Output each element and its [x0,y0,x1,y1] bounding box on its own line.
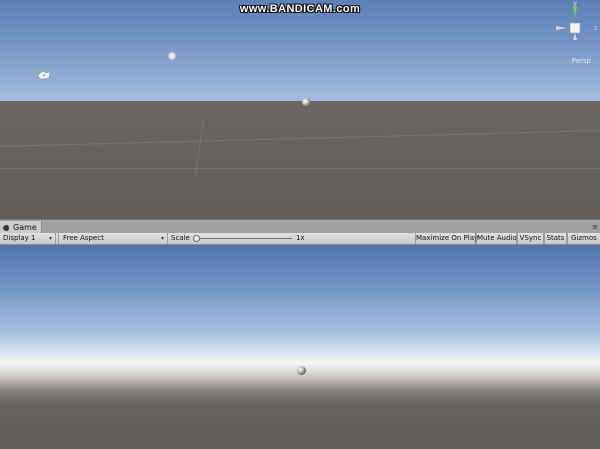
sun-icon[interactable] [168,52,176,60]
dropdown-arrow-icon: ▾ [48,235,52,242]
gizmo-y-label: y [573,0,577,7]
display-select-value: Display 1 [3,234,36,242]
tab-game-label: Game [13,223,37,232]
orientation-gizmo[interactable]: y z [553,0,600,60]
gizmo-x-cone [556,26,567,30]
grid-line [0,168,600,169]
gizmo-z-cone [582,26,591,30]
scale-label: Scale [171,234,190,242]
gizmo-center-cube [569,22,581,34]
sphere-object[interactable] [302,98,311,107]
aspect-select-value: Free Aspect [63,234,104,242]
game-toolbar: Display 1 ▾ Free Aspect ▾ Scale 1x Maxim… [0,233,600,245]
scale-slider-track[interactable] [193,238,292,239]
gizmo-z-label: z [594,25,597,32]
camera-icon[interactable] [37,69,51,81]
game-tab-bar: Game ≡ [0,219,600,234]
scale-value: 1x [296,234,305,242]
aspect-select[interactable]: Free Aspect ▾ [58,233,168,244]
stats-button[interactable]: Stats [544,233,567,244]
gizmo-down-cone [573,33,577,40]
bandicam-watermark: www.BANDICAM.com [239,3,361,15]
scene-ground-plane [0,101,600,219]
gizmo-y-cone [573,6,577,18]
gizmos-button[interactable]: Gizmos [567,233,600,244]
dropdown-arrow-icon: ▾ [160,235,164,242]
projection-label[interactable]: Persp [572,57,591,65]
tab-menu-icon[interactable]: ≡ [592,222,598,232]
display-select[interactable]: Display 1 ▾ [0,233,56,244]
pacman-icon [3,225,11,231]
game-view[interactable] [0,245,600,449]
scale-slider-thumb[interactable] [192,235,200,242]
sphere-object [297,366,306,375]
vsync-button[interactable]: VSync [517,233,544,244]
scene-view[interactable]: www.BANDICAM.com y z Persp [0,0,600,219]
maximize-on-play-button[interactable]: Maximize On Play [415,233,478,244]
mute-audio-button[interactable]: Mute Audio [476,233,517,244]
